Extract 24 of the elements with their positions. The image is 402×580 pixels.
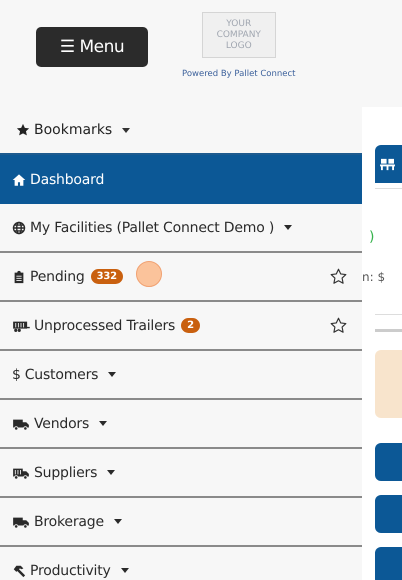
home-icon <box>12 172 26 186</box>
bookmarks-dropdown[interactable]: Bookmarks <box>16 122 130 138</box>
dollar-icon: $ <box>12 366 21 382</box>
clipboard-icon <box>12 270 26 284</box>
touch-indicator <box>136 261 162 287</box>
sidebar-item[interactable]: Unprocessed Trailers 2 <box>0 302 362 351</box>
count-badge: 332 <box>90 269 123 284</box>
status-text: ) <box>369 229 374 245</box>
trailer-truck-icon <box>12 466 30 480</box>
hammer-icon <box>12 564 26 578</box>
sidebar-item[interactable]: Dashboard <box>0 155 362 204</box>
star-icon <box>16 123 30 137</box>
pallet-icon <box>380 158 395 170</box>
summary-text: n: $ <box>362 270 386 284</box>
company-logo: YOUR COMPANY LOGO <box>202 12 276 58</box>
star-icon[interactable] <box>330 317 347 334</box>
truck-icon <box>12 416 30 430</box>
powered-by-text: Powered By Pallet Connect <box>182 69 296 79</box>
menu-button[interactable]: ☰ Menu <box>36 27 148 67</box>
trailer-icon <box>12 318 30 332</box>
globe-icon <box>12 220 26 234</box>
star-icon[interactable] <box>330 268 347 285</box>
truck-icon <box>12 514 30 528</box>
count-badge: 2 <box>181 318 200 333</box>
